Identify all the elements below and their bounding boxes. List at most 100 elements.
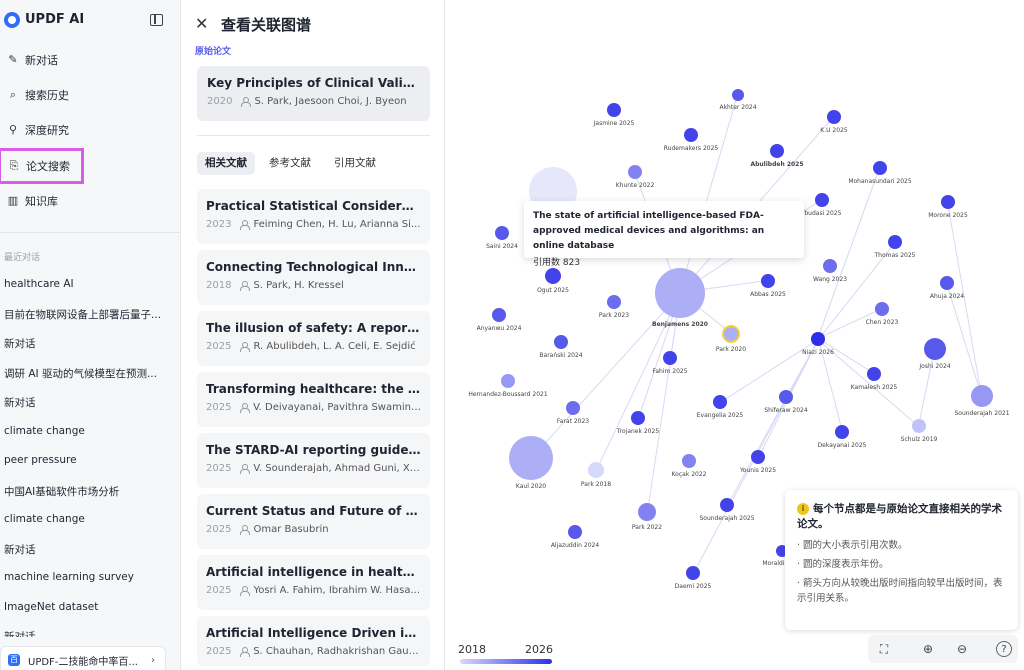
graph-node[interactable]: [770, 144, 784, 158]
graph-node[interactable]: [686, 566, 700, 580]
related-paper-card[interactable]: Artificial Intelligence Driven insig... …: [197, 616, 430, 666]
graph-node[interactable]: [492, 308, 506, 322]
history-item[interactable]: 新对话: [4, 336, 174, 351]
history-item[interactable]: 新对话: [4, 629, 174, 637]
nav-knowledge-base[interactable]: ▥ 知识库: [0, 187, 181, 215]
nav-deep-research[interactable]: ⚲ 深度研究: [0, 116, 181, 144]
graph-node[interactable]: [971, 385, 993, 407]
graph-node-label: Khunte 2022: [615, 182, 655, 189]
panel-title: 查看关联图谱: [221, 16, 312, 34]
related-paper-card[interactable]: The illusion of safety: A report to ... …: [197, 311, 430, 366]
graph-node-label: Abulibdeh 2025: [750, 161, 804, 168]
graph-node[interactable]: [495, 226, 509, 240]
nav-search-history[interactable]: ⌕ 搜索历史: [0, 81, 181, 109]
nav-paper-search[interactable]: ⎘ 论文搜索: [0, 148, 84, 184]
related-paper-card[interactable]: Current Status and Future of Artifi... 2…: [197, 494, 430, 549]
collapse-sidebar-icon[interactable]: [150, 14, 163, 26]
graph-node[interactable]: [663, 351, 677, 365]
tab-related[interactable]: 相关文献: [197, 152, 255, 175]
graph-node[interactable]: [941, 195, 955, 209]
paper-meta: 2018 S. Park, H. Kressel: [206, 280, 421, 291]
graph-node[interactable]: [684, 128, 698, 142]
paper-year: 2025: [206, 402, 232, 413]
nav-new-chat[interactable]: ✎ 新对话: [0, 46, 181, 74]
history-item[interactable]: machine learning survey: [4, 571, 174, 583]
graph-node[interactable]: [924, 338, 946, 360]
tooltip-title: The state of artificial intelligence-bas…: [533, 211, 765, 251]
graph-node[interactable]: [628, 165, 642, 179]
graph-node-label: Shiferaw 2024: [764, 407, 808, 414]
graph-node[interactable]: [912, 419, 926, 433]
info-line: · 圆的深度表示年份。: [797, 559, 889, 570]
graph-node[interactable]: [607, 103, 621, 117]
graph-node[interactable]: [722, 325, 740, 343]
paper-title: Current Status and Future of Artifi...: [206, 504, 421, 518]
history-item[interactable]: 新对话: [4, 542, 174, 557]
graph-node[interactable]: [875, 302, 889, 316]
history-item[interactable]: climate change: [4, 513, 174, 525]
graph-node-label: Saini 2024: [486, 243, 518, 250]
close-icon[interactable]: ✕: [195, 14, 208, 33]
graph-node[interactable]: [545, 268, 561, 284]
tab-references[interactable]: 参考文献: [261, 152, 319, 175]
related-paper-card[interactable]: Artificial intelligence in healthcare...…: [197, 555, 430, 610]
paper-title: Transforming healthcare: the imp...: [206, 382, 421, 396]
chevron-right-icon: ›: [151, 654, 155, 666]
history-item[interactable]: healthcare AI: [4, 278, 174, 290]
graph-node[interactable]: [607, 295, 621, 309]
graph-node-label: Koçak 2022: [671, 471, 707, 478]
history-item[interactable]: climate change: [4, 425, 174, 437]
history-item[interactable]: 目前在物联网设备上部署后量子...: [4, 307, 174, 322]
nav-label: 深度研究: [25, 124, 69, 137]
graph-node[interactable]: [501, 374, 515, 388]
graph-node[interactable]: [568, 525, 582, 539]
graph-node-label: Ogut 2025: [537, 287, 569, 294]
related-paper-card[interactable]: Transforming healthcare: the imp... 2025…: [197, 372, 430, 427]
graph-node[interactable]: [761, 274, 775, 288]
history-item[interactable]: 新对话: [4, 395, 174, 410]
help-icon[interactable]: ?: [996, 641, 1012, 657]
tab-citations[interactable]: 引用文献: [326, 152, 384, 175]
graph-node[interactable]: [815, 193, 829, 207]
graph-node[interactable]: [811, 332, 825, 346]
graph-node[interactable]: [732, 89, 744, 101]
graph-node[interactable]: [509, 436, 553, 480]
nav-label: 论文搜索: [26, 160, 70, 173]
graph-node[interactable]: [566, 401, 580, 415]
graph-node[interactable]: [713, 395, 727, 409]
related-paper-card[interactable]: Connecting Technological Innovat... 2018…: [197, 250, 430, 305]
book-icon: ▥: [7, 194, 19, 207]
graph-node[interactable]: [779, 390, 793, 404]
graph-node[interactable]: [940, 276, 954, 290]
paper-authors: Feiming Chen, H. Lu, Arianna Si...: [253, 219, 421, 230]
history-item[interactable]: 中国AI基础软件市场分析: [4, 484, 174, 499]
related-paper-card[interactable]: Practical Statistical Considerations... …: [197, 189, 430, 244]
zoom-in-icon[interactable]: ⊕: [919, 640, 937, 658]
history-item[interactable]: 调研 AI 驱动的气候模型在预测...: [4, 366, 174, 381]
graph-node[interactable]: [888, 235, 902, 249]
history-item[interactable]: ImageNet dataset: [4, 601, 174, 613]
graph-node[interactable]: [720, 498, 734, 512]
legend-end-year: 2026: [525, 643, 553, 656]
graph-node[interactable]: [823, 259, 837, 273]
graph-node[interactable]: [588, 462, 604, 478]
graph-node[interactable]: [682, 454, 696, 468]
graph-node[interactable]: [827, 110, 841, 124]
graph-node[interactable]: [631, 411, 645, 425]
graph-node[interactable]: [655, 268, 705, 318]
related-paper-card[interactable]: The STARD-AI reporting guideline... 2025…: [197, 433, 430, 488]
nav-label: 知识库: [25, 195, 58, 208]
zoom-out-icon[interactable]: ⊖: [953, 640, 971, 658]
paper-authors: S. Park, Jaesoon Choi, J. Byeon: [254, 96, 407, 107]
graph-node-label: Anyanwu 2024: [476, 325, 522, 332]
history-item[interactable]: peer pressure: [4, 454, 174, 466]
graph-node[interactable]: [554, 335, 568, 349]
graph-node[interactable]: [638, 503, 656, 521]
fit-view-icon[interactable]: ⛶: [875, 640, 893, 658]
graph-node[interactable]: [751, 450, 765, 464]
graph-node[interactable]: [873, 161, 887, 175]
original-paper-card[interactable]: Key Principles of Clinical Validatio... …: [197, 66, 430, 121]
user-account-button[interactable]: 百 UPDF-二技能命中率百... ›: [0, 646, 166, 670]
graph-node[interactable]: [835, 425, 849, 439]
graph-node[interactable]: [867, 367, 881, 381]
